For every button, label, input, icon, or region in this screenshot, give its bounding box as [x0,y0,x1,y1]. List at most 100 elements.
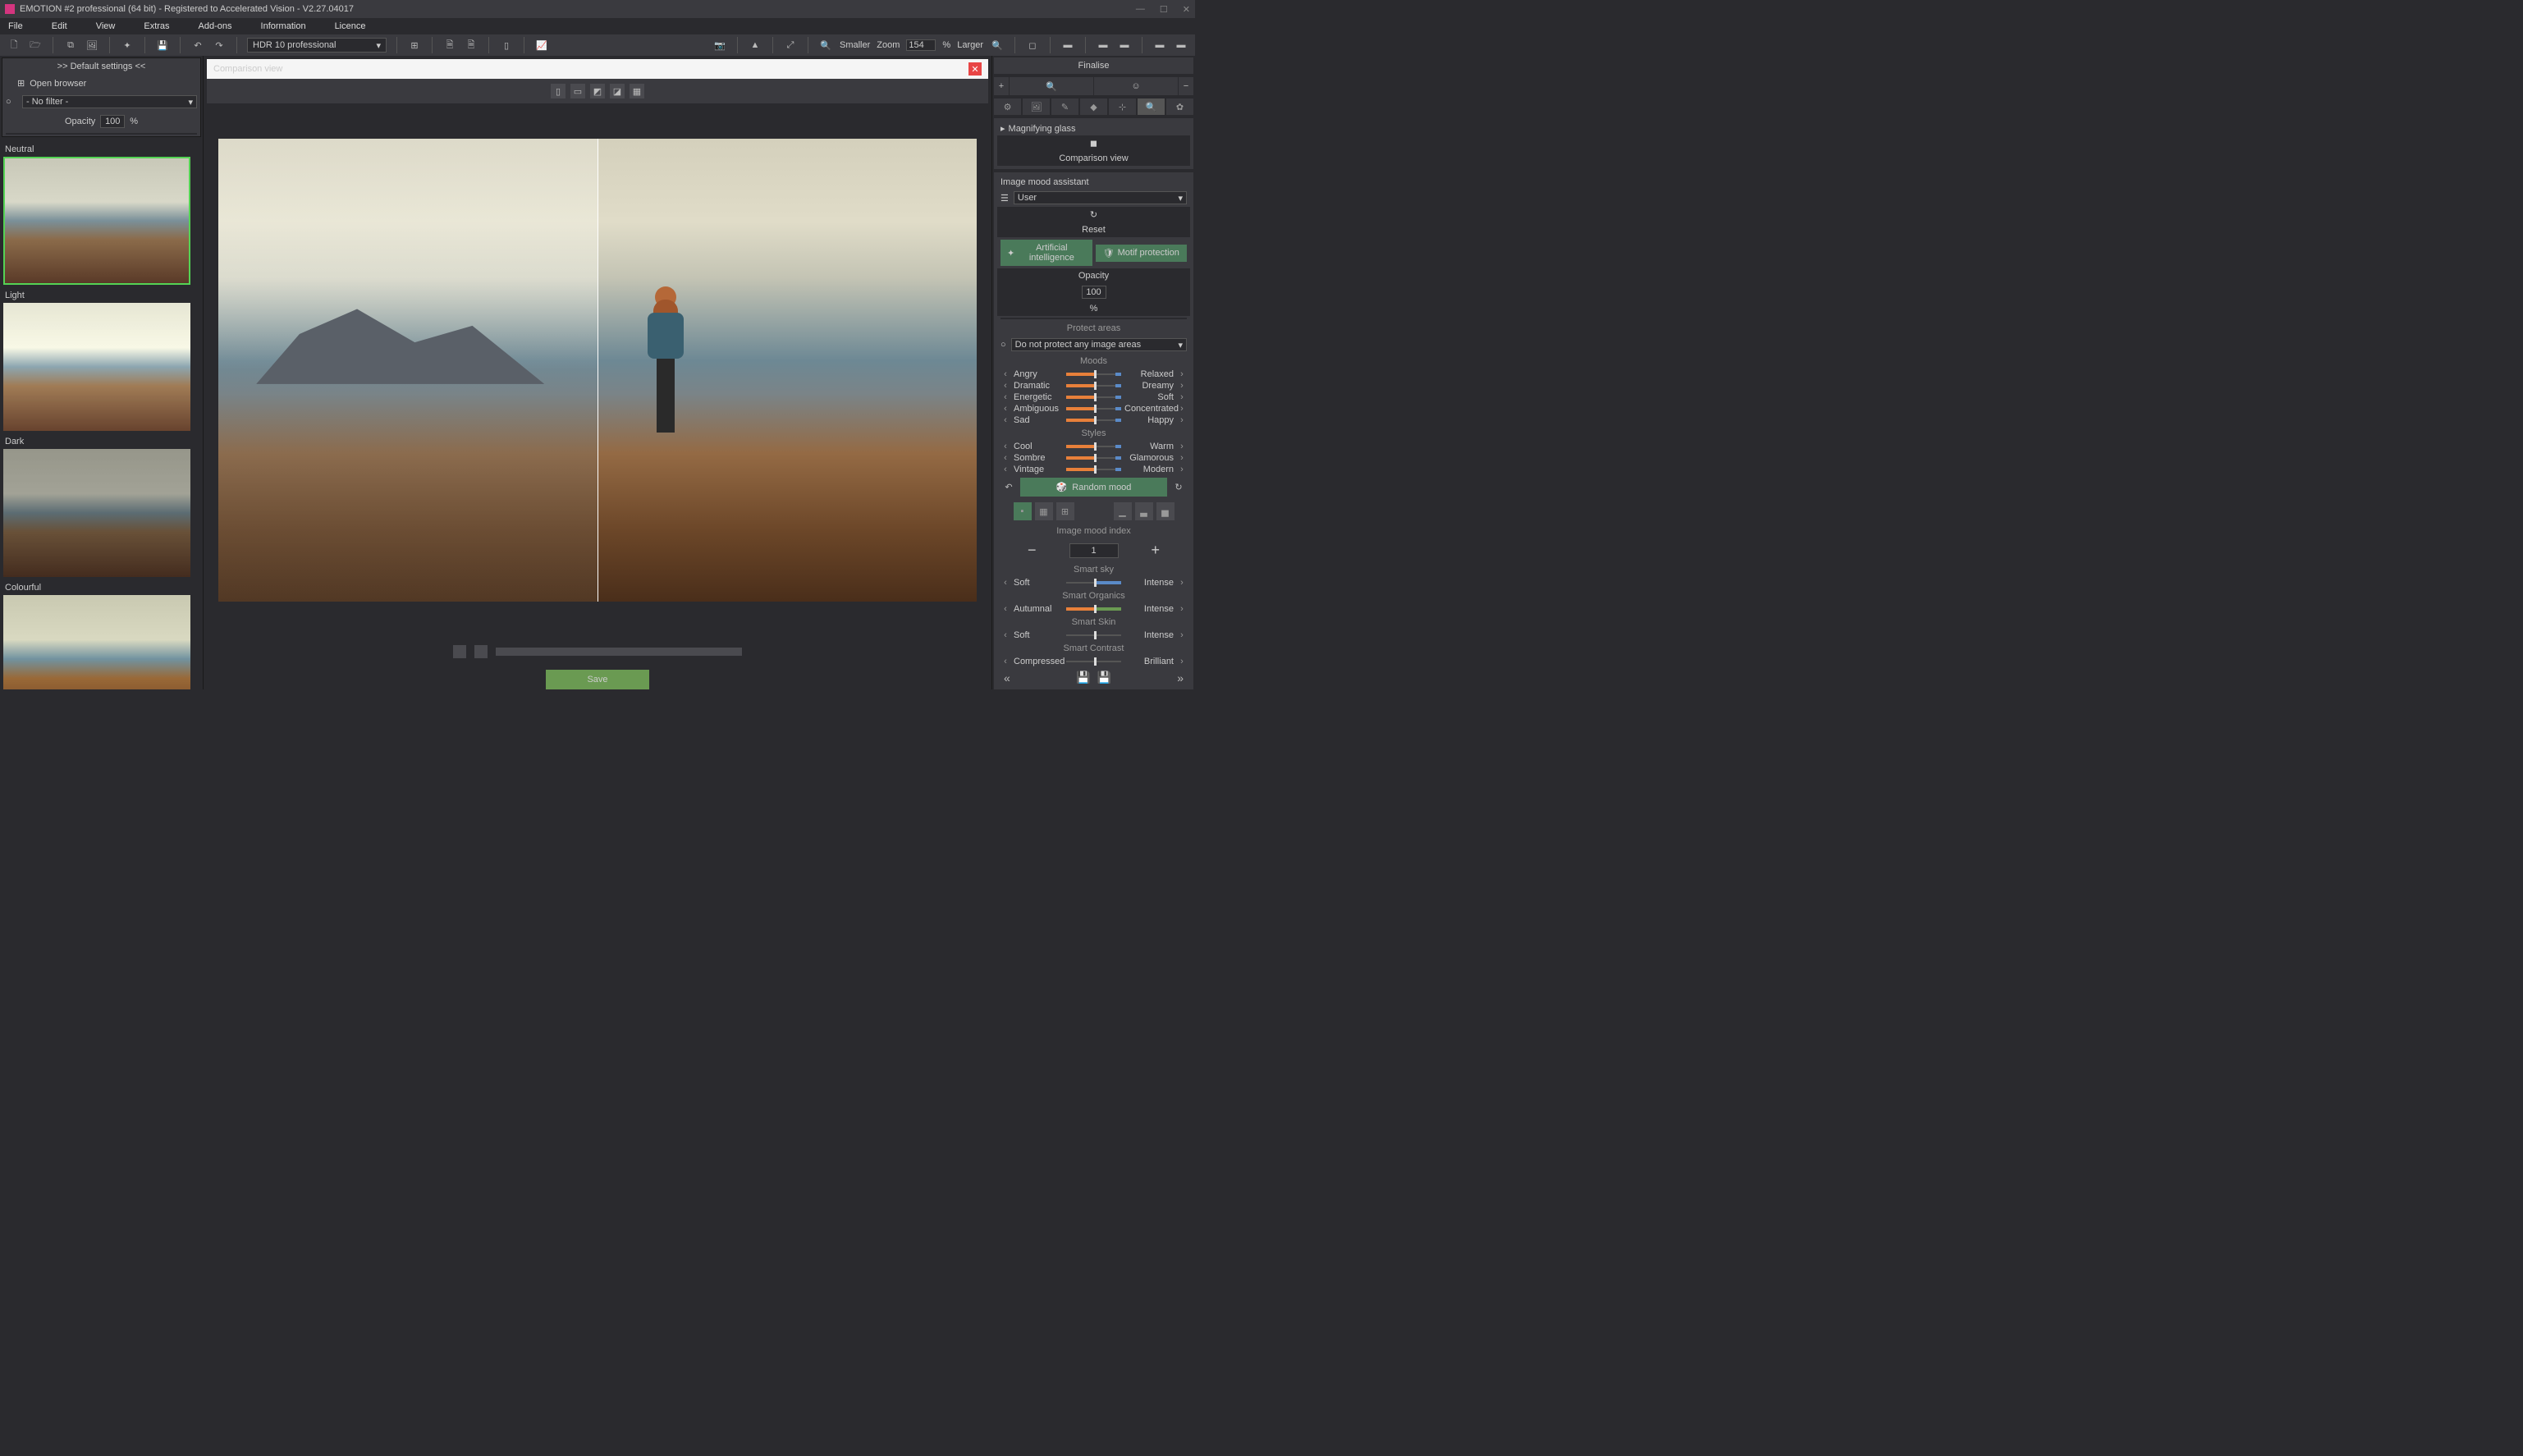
menu-addons[interactable]: Add-ons [199,21,232,31]
style-2-next[interactable]: › [1177,465,1187,474]
open-browser-button[interactable]: ⊞ Open browser [2,75,200,92]
preset-colourful-thumb[interactable] [3,595,190,689]
opacity-slider[interactable] [6,133,197,135]
camera-icon[interactable]: 📷 [712,38,727,53]
sky-prev[interactable]: ‹ [1000,578,1010,588]
zoom-in-icon[interactable]: 🔍 [990,38,1005,53]
skin-prev[interactable]: ‹ [1000,630,1010,640]
mood-2-prev[interactable]: ‹ [1000,392,1010,402]
menu-view[interactable]: View [96,21,116,31]
nav-first[interactable]: « [1004,671,1010,685]
redo-mood-button[interactable]: ↻ [1170,479,1187,496]
motif-button[interactable]: 🛡 Motif protection [1096,245,1188,262]
style-0-next[interactable]: › [1177,442,1187,451]
bars-mid-button[interactable]: ▃ [1135,502,1153,520]
preset-dropdown[interactable]: HDR 10 professional▾ [247,38,387,53]
style-1-slider[interactable] [1066,456,1121,460]
skin-next[interactable]: › [1177,630,1187,640]
copy-icon[interactable]: ⧉ [63,38,78,53]
menu-information[interactable]: Information [261,21,306,31]
style-2-prev[interactable]: ‹ [1000,465,1010,474]
view-icon-5[interactable]: ▬ [1174,38,1188,53]
settings-icon[interactable]: ✦ [120,38,135,53]
maximize-button[interactable]: ☐ [1160,4,1168,15]
tool-gear-icon[interactable]: ⚙ [994,98,1021,115]
timeline-btn-1[interactable] [453,645,466,658]
image-viewport[interactable] [207,107,988,634]
save-button[interactable]: Save [546,670,648,689]
protect-radio[interactable]: ○ [1000,340,1006,350]
open-icon[interactable]: 🗁 [28,38,43,53]
compare-layout-1[interactable]: ▯ [551,84,566,98]
ai-button[interactable]: ✦ Artificial intelligence [1000,240,1092,266]
flip-icon[interactable]: ▲ [748,38,762,53]
zoom-out-icon[interactable]: 🔍 [818,38,833,53]
tool-magnify-icon[interactable]: 🔍 [1138,98,1165,115]
mood-3-slider[interactable] [1066,407,1121,410]
mood-4-slider[interactable] [1066,419,1121,422]
contrast-prev[interactable]: ‹ [1000,657,1010,666]
chart-icon[interactable]: 📈 [534,38,549,53]
save-icon[interactable]: 💾 [155,38,170,53]
bars-low-button[interactable]: ▁ [1114,502,1132,520]
menu-file[interactable]: File [8,21,23,31]
undo-mood-button[interactable]: ↶ [1000,479,1017,496]
mood-1-next[interactable]: › [1177,381,1187,391]
close-comparison-button[interactable]: ✕ [968,62,982,76]
nav-save-2[interactable]: 💾 [1097,671,1111,685]
crop-icon[interactable]: ◻ [1025,38,1040,53]
user-dropdown[interactable]: User▾ [1014,191,1187,204]
menu-edit[interactable]: Edit [52,21,67,31]
comparison-checkbox[interactable]: ◼ [1090,138,1097,149]
timeline-slider[interactable] [496,648,742,656]
image-icon[interactable]: 🖼 [85,38,99,53]
view-icon-3[interactable]: ▬ [1117,38,1132,53]
right-opacity-slider[interactable] [1000,318,1187,319]
mood-index-minus[interactable]: − [1028,542,1037,559]
timeline-btn-2[interactable] [474,645,488,658]
mood-2-next[interactable]: › [1177,392,1187,402]
tool-icon-3[interactable]: 🗎 [464,38,478,53]
protect-dropdown[interactable]: Do not protect any image areas▾ [1011,338,1187,351]
bars-high-button[interactable]: ▅ [1156,502,1174,520]
mood-0-slider[interactable] [1066,373,1121,376]
filter-dropdown[interactable]: - No filter -▾ [22,95,197,108]
tool-icon-2[interactable]: 🗎 [442,38,457,53]
organics-slider[interactable] [1066,607,1121,611]
right-opacity-input[interactable]: 100 [1082,286,1106,299]
nav-save-1[interactable]: 💾 [1076,671,1090,685]
view-icon-2[interactable]: ▬ [1096,38,1110,53]
compare-layout-2[interactable]: ▭ [570,84,585,98]
nav-last[interactable]: » [1177,671,1184,685]
menu-licence[interactable]: Licence [335,21,366,31]
sky-next[interactable]: › [1177,578,1187,588]
grid-4-button[interactable]: ▦ [1035,502,1053,520]
contrast-next[interactable]: › [1177,657,1187,666]
view-icon-1[interactable]: ▬ [1060,38,1075,53]
expand-icon[interactable]: ⤢ [783,38,798,53]
tool-icon-4[interactable]: ▯ [499,38,514,53]
style-0-slider[interactable] [1066,445,1121,448]
style-1-prev[interactable]: ‹ [1000,453,1010,463]
view-icon-4[interactable]: ▬ [1152,38,1167,53]
style-2-slider[interactable] [1066,468,1121,471]
grid-single-button[interactable]: ▪ [1014,502,1032,520]
compare-layout-4[interactable]: ◪ [610,84,625,98]
grid-9-button[interactable]: ⊞ [1056,502,1074,520]
sky-slider[interactable] [1066,581,1121,584]
magnifying-header[interactable]: ▸ Magnifying glass [997,121,1190,135]
preset-dark-thumb[interactable] [3,449,190,577]
contrast-slider[interactable] [1066,660,1121,663]
new-icon[interactable]: 🗋 [7,38,21,53]
remove-tab-button[interactable]: − [1179,77,1193,95]
add-tab-button[interactable]: + [994,77,1009,95]
skin-slider[interactable] [1066,634,1121,637]
search-tab[interactable]: 🔍 [1010,77,1093,95]
mood-index-value[interactable]: 1 [1069,543,1119,558]
tool-colour-icon[interactable]: ◆ [1080,98,1107,115]
tool-icon-1[interactable]: ⊞ [407,38,422,53]
zoom-input[interactable] [906,39,936,51]
mood-3-prev[interactable]: ‹ [1000,404,1010,414]
organics-next[interactable]: › [1177,604,1187,614]
tool-wand-icon[interactable]: ✎ [1051,98,1078,115]
